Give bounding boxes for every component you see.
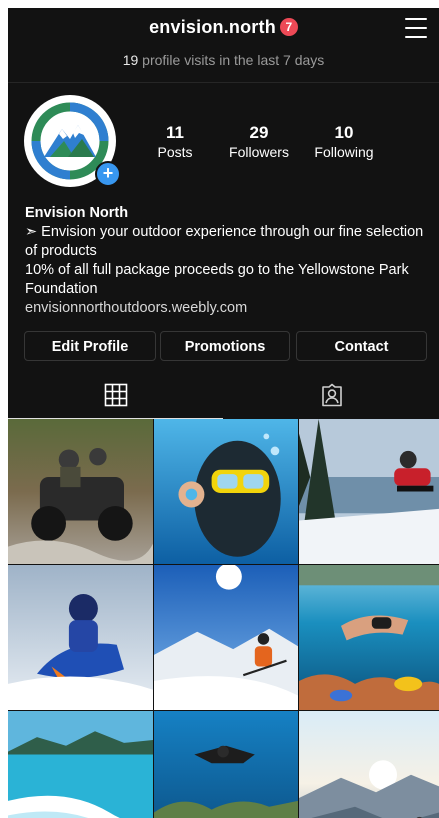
visits-text: profile visits in the last 7 days [138,52,325,68]
promotions-button[interactable]: Promotions [160,331,290,361]
grid-icon [104,383,127,407]
posts-grid [8,419,439,818]
snorkeler-reef-photo [299,565,439,710]
posts-stat[interactable]: 11 Posts [156,123,194,160]
bio-line-2: 10% of all full package proceeds go to t… [25,262,409,297]
tab-tagged[interactable] [224,370,439,418]
top-bar: envision.north 7 [8,8,439,48]
post-tile[interactable] [299,419,439,564]
notification-badge: 7 [279,18,298,36]
followers-label: Followers [229,144,289,160]
bio-line-1: ➣ Envision your outdoor experience throu… [25,224,424,259]
edit-profile-button[interactable]: Edit Profile [24,331,156,361]
post-tile[interactable] [154,419,298,564]
post-tile[interactable] [8,711,153,818]
snowmobile-jump-forest-photo [299,419,439,564]
posts-count: 11 [166,123,184,142]
atv-riders-photo [8,419,153,564]
header-divider [8,82,439,83]
following-stat[interactable]: 10 Following [310,123,378,160]
post-tile[interactable] [8,419,153,564]
visits-count: 19 [122,52,139,68]
diver-coral-clownfish-photo [154,711,298,818]
scuba-diver-ok-sign-photo [154,419,298,564]
profile-bio: Envision North ➣ Envision your outdoor e… [25,204,425,318]
post-tile[interactable] [299,711,439,818]
boat-wake-lagoon-photo [8,711,153,818]
post-tile[interactable] [154,711,298,818]
following-count: 10 [334,123,354,142]
post-tile[interactable] [299,565,439,710]
profile-name: Envision North [25,205,129,221]
add-story-button[interactable]: + [95,161,121,187]
followers-stat[interactable]: 29 Followers [226,123,292,160]
hamburger-menu-icon[interactable] [405,18,427,38]
profile-screen: envision.north 7 19 profile visits in the… [8,8,439,818]
tab-grid[interactable] [8,370,223,419]
contact-button[interactable]: Contact [296,331,427,361]
following-label: Following [314,144,374,160]
username[interactable]: envision.north [149,17,276,37]
tagged-person-icon [321,383,342,407]
skier-downhill-photo [154,565,298,710]
website-link[interactable]: envisionnorthoutdoors.weebly.com [25,299,425,318]
post-tile[interactable] [8,565,153,710]
posts-label: Posts [157,144,193,160]
snowmobile-rider-photo [8,565,153,710]
account-switcher[interactable]: envision.north 7 [8,17,439,38]
mountain-sunrise-hiker-photo [299,711,439,818]
profile-visits-insight[interactable]: 19 profile visits in the last 7 days [8,52,439,68]
followers-count: 29 [249,123,269,142]
post-tile[interactable] [154,565,298,710]
